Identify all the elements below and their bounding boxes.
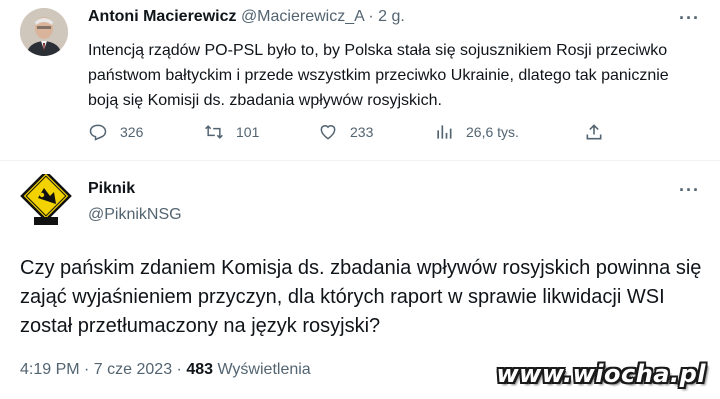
reply-timestamp[interactable]: 4:19 PM · 7 cze 2023 ·	[20, 361, 182, 378]
author-name[interactable]: Antoni Macierewicz	[88, 8, 236, 25]
tweet-main-header: Antoni Macierewicz @Macierewicz_A · 2 g.	[88, 8, 405, 26]
like-count: 233	[350, 124, 374, 140]
avatar-portrait-image	[20, 8, 68, 56]
tweet-time[interactable]: 2 g.	[378, 8, 405, 25]
reply-author-name[interactable]: Piknik	[88, 180, 135, 198]
views-count: 26,6 tys.	[466, 124, 519, 140]
share-icon	[586, 124, 602, 140]
like-button[interactable]: 233	[318, 120, 373, 144]
views-button[interactable]: 26,6 tys.	[434, 120, 519, 144]
avatar-piknik[interactable]	[20, 170, 72, 226]
tweet-main: Antoni Macierewicz @Macierewicz_A · 2 g.…	[0, 0, 720, 160]
reply-button[interactable]: 326	[88, 120, 143, 144]
tweet-divider	[0, 160, 720, 161]
reply-author-handle[interactable]: @PiknikNSG	[88, 206, 182, 224]
reply-count: 326	[120, 124, 144, 140]
reply-tweet-meta: 4:19 PM · 7 cze 2023 · 483 Wyświetlenia	[20, 361, 311, 379]
reply-tweet-text: Czy pańskim zdaniem Komisja ds. zbadania…	[20, 257, 702, 337]
reply-view-label: Wyświetlenia	[217, 361, 311, 378]
views-icon	[437, 125, 452, 139]
reply-more-options-icon[interactable]: ···	[679, 180, 700, 201]
retweet-button[interactable]: 101	[204, 120, 259, 144]
piknik-logo-icon	[20, 170, 72, 225]
header-separator: ·	[368, 8, 374, 25]
share-button[interactable]	[584, 120, 616, 144]
like-icon	[320, 125, 336, 140]
more-options-icon[interactable]: ···	[679, 8, 700, 29]
tweet-main-text: Intencją rządów PO-PSL było to, by Polsk…	[88, 42, 669, 109]
reply-icon	[89, 124, 107, 141]
avatar-macierewicz[interactable]	[20, 8, 68, 56]
retweet-icon	[205, 125, 223, 139]
author-handle[interactable]: @Macierewicz_A	[241, 8, 364, 25]
retweet-count: 101	[236, 124, 260, 140]
site-watermark: www.wiocha.pl	[496, 360, 706, 388]
tweet-actions: 326 101 233 26,6 tys.	[88, 120, 618, 144]
reply-view-count: 483	[186, 361, 214, 378]
